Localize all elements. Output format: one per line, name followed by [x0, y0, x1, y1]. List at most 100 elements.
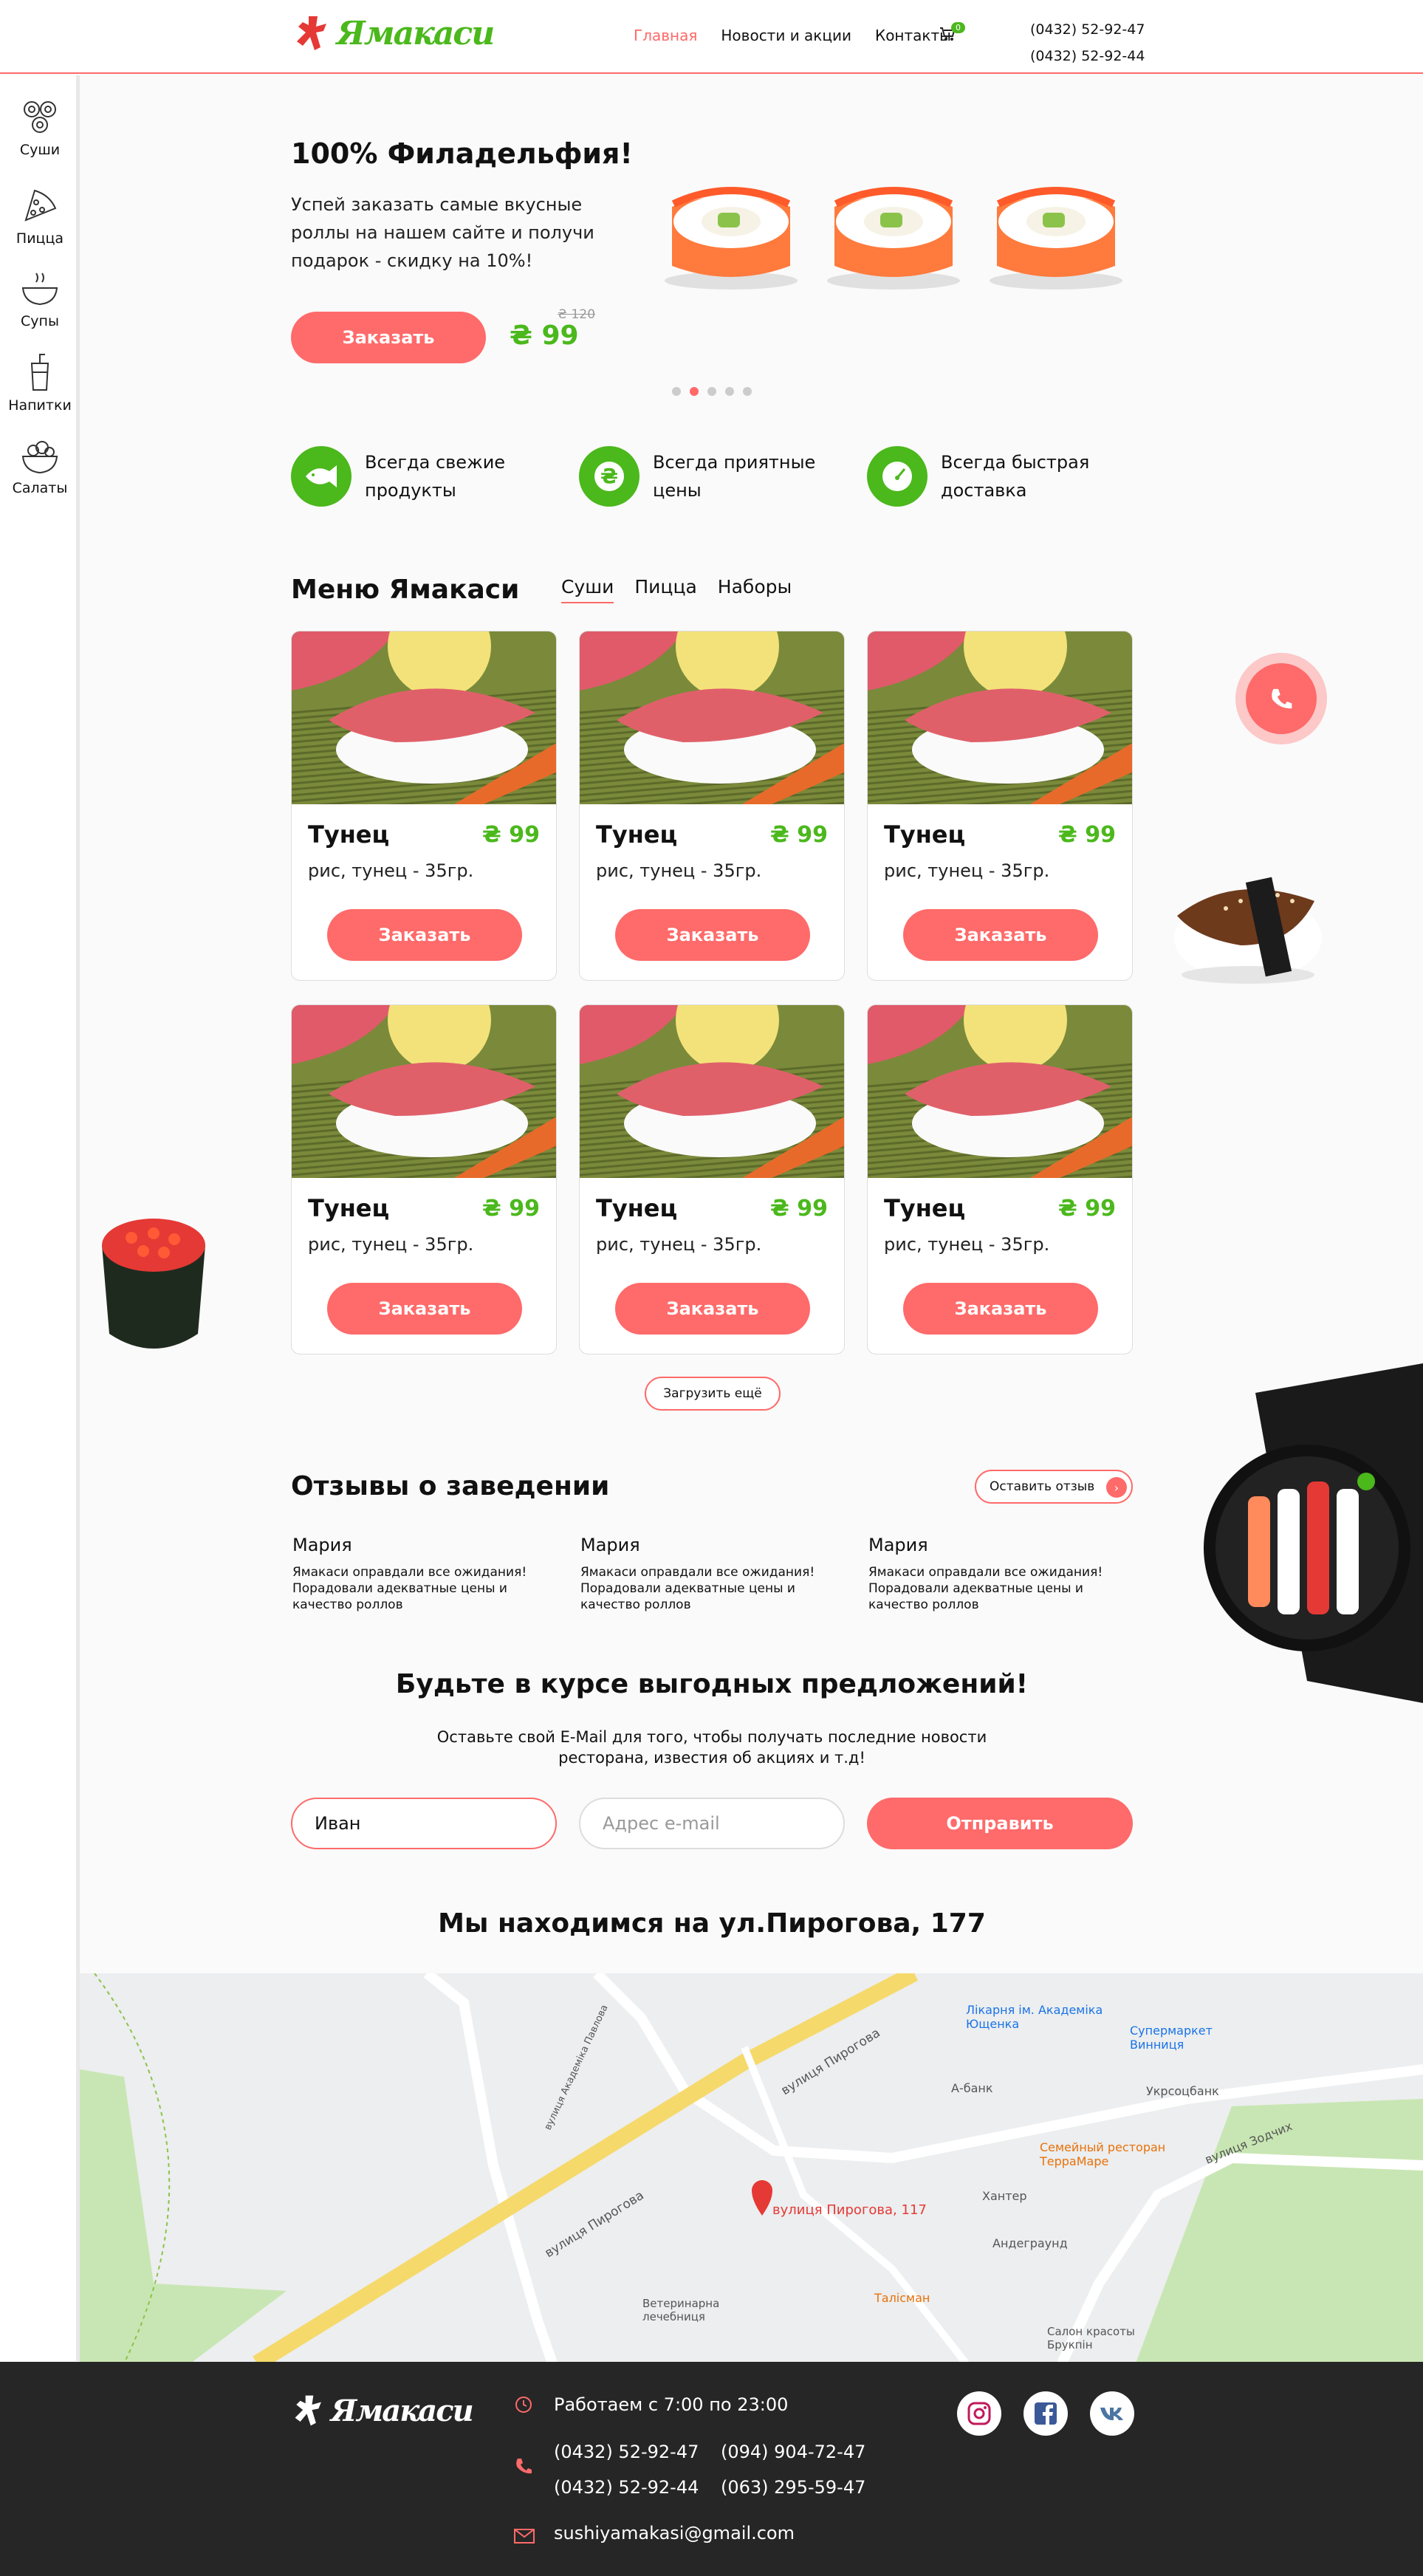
header-phone-1[interactable]: (0432) 52-92-47 [1030, 16, 1145, 43]
footer-email[interactable]: sushiyamakasi@gmail.com [554, 2523, 795, 2544]
slider-dot[interactable] [743, 387, 752, 396]
tab-sets[interactable]: Наборы [718, 576, 792, 603]
footer-phone-3[interactable]: (0432) 52-92-44 [554, 2477, 699, 2498]
map-poi: Лікарня ім. Академіка Ющенка [966, 2003, 1103, 2031]
slider-dot-active[interactable] [690, 387, 699, 396]
menu-card: Тунец ₴ 99 рис, тунец - 35гр. Заказать [867, 631, 1133, 981]
order-button[interactable]: Заказать [903, 909, 1098, 961]
slider-dot[interactable] [725, 387, 734, 396]
name-input[interactable]: Иван [291, 1798, 557, 1849]
order-button[interactable]: Заказать [615, 909, 810, 961]
sidebar-item-drinks[interactable]: Напитки [0, 353, 80, 414]
footer-phone-2[interactable]: (094) 904-72-47 [721, 2442, 865, 2462]
soup-icon [21, 273, 58, 306]
menu-item-description: рис, тунец - 35гр. [884, 1234, 1050, 1255]
menu-item-name: Тунец [308, 821, 390, 849]
slider-dot[interactable] [672, 387, 681, 396]
arrow-right-icon: › [1106, 1477, 1127, 1498]
facebook-icon[interactable] [1023, 2391, 1068, 2436]
menu-tabs: Суши Пицца Наборы [561, 576, 792, 603]
email-input[interactable]: Адрес e-mail [579, 1798, 845, 1849]
map-poi: Супермаркет Винниця [1130, 2024, 1213, 2052]
tuna-sushi-image [292, 1005, 556, 1200]
footer-logo-text: Ямакаси [331, 2393, 474, 2428]
slider-dot[interactable] [707, 387, 716, 396]
ninja-logo-icon [295, 2395, 321, 2426]
menu-card: Тунец ₴ 99 рис, тунец - 35гр. Заказать [291, 631, 557, 981]
hero-title: 100% Филадельфия! [291, 137, 633, 170]
nav-news[interactable]: Новости и акции [721, 27, 851, 44]
order-button[interactable]: Заказать [615, 1283, 810, 1335]
location-map[interactable]: вулиця Пирогова, 117 вулиця Пирогова вул… [80, 1973, 1423, 2363]
order-button[interactable]: Заказать [903, 1283, 1098, 1335]
speedometer-icon [867, 446, 927, 507]
review-author: Мария [292, 1535, 352, 1555]
sidebar-label: Пицца [16, 230, 64, 247]
nav-home[interactable]: Главная [634, 27, 697, 44]
logo-text: Ямакаси [337, 14, 495, 52]
hero-slider-dots [672, 387, 752, 396]
menu-item-name: Тунец [596, 1194, 678, 1222]
address-title: Мы находимся на ул.Пирогова, 177 [438, 1908, 986, 1939]
map-poi: Салон красоты Брукпін [1047, 2325, 1135, 2351]
vk-icon[interactable] [1090, 2391, 1134, 2436]
review-author: Мария [868, 1535, 928, 1555]
feature-delivery: Всегда быстрая доставка [867, 446, 1111, 507]
tab-sushi[interactable]: Суши [561, 576, 614, 603]
menu-item-description: рис, тунец - 35гр. [308, 860, 474, 881]
map-poi: А-банк [951, 2081, 993, 2095]
hero-order-button[interactable]: Заказать [291, 312, 486, 363]
sushi-icon [24, 101, 56, 133]
feature-prices: ₴ Всегда приятные цены [579, 446, 823, 507]
header-phone-2[interactable]: (0432) 52-92-44 [1030, 43, 1145, 69]
menu-item-price: ₴ 99 [1058, 1196, 1116, 1222]
map-poi: Хантер [982, 2189, 1027, 2203]
logo[interactable]: Ямакаси [294, 13, 495, 53]
category-sidebar: Суши Пицца Супы Напитки Салаты [0, 75, 80, 2361]
subscribe-submit-button[interactable]: Отправить [867, 1798, 1133, 1849]
call-button[interactable] [1235, 653, 1327, 744]
header-phones: (0432) 52-92-47 (0432) 52-92-44 [1030, 16, 1145, 69]
main-nav: Главная Новости и акции Контакты [634, 27, 951, 44]
mail-icon [514, 2529, 535, 2544]
social-links [957, 2391, 1134, 2436]
menu-item-price: ₴ 99 [1058, 822, 1116, 848]
cart-count-badge: 0 [951, 22, 965, 33]
load-more-button[interactable]: Загрузить ещё [645, 1377, 781, 1411]
caviar-gunkan-image [102, 1219, 205, 1349]
sidebar-item-sushi[interactable]: Суши [0, 97, 80, 158]
menu-card: Тунец ₴ 99 рис, тунец - 35гр. Заказать [867, 1004, 1133, 1354]
hero-price: ₴ 99 [510, 321, 579, 351]
menu-item-name: Тунец [308, 1194, 390, 1222]
hryvnia-icon: ₴ [579, 446, 640, 507]
menu-item-description: рис, тунец - 35гр. [308, 1234, 474, 1255]
footer-phone-1[interactable]: (0432) 52-92-47 [554, 2442, 699, 2462]
menu-item-name: Тунец [884, 1194, 966, 1222]
feature-text: Всегда быстрая доставка [941, 452, 1090, 501]
tuna-sushi-image [580, 1005, 844, 1200]
drink-icon [30, 354, 49, 391]
order-button[interactable]: Заказать [327, 1283, 522, 1335]
review-text: Ямакаси оправдали все ожидания! Порадова… [580, 1565, 815, 1612]
map-poi: Укрсоцбанк [1146, 2084, 1219, 2098]
subscribe-title: Будьте в курсе выгодных предложений! [395, 1669, 1029, 1699]
call-button-inner [1246, 663, 1317, 734]
menu-card: Тунец ₴ 99 рис, тунец - 35гр. Заказать [291, 1004, 557, 1354]
tuna-sushi-image [868, 631, 1132, 826]
menu-item-price: ₴ 99 [770, 822, 828, 848]
sidebar-item-soup[interactable]: Супы [0, 269, 80, 329]
sidebar-item-salads[interactable]: Салаты [0, 436, 80, 496]
order-button[interactable]: Заказать [327, 909, 522, 961]
footer-phone-4[interactable]: (063) 295-59-47 [721, 2477, 865, 2498]
footer-logo[interactable]: Ямакаси [292, 2393, 474, 2428]
leave-review-button[interactable]: Оставить отзыв › [975, 1470, 1133, 1504]
map-poi: Ветеринарна лечебниця [642, 2297, 720, 2323]
menu-title: Меню Ямакаси [291, 575, 520, 605]
sidebar-item-pizza[interactable]: Пицца [0, 186, 80, 247]
feature-text: Всегда приятные цены [653, 452, 816, 501]
instagram-icon[interactable] [957, 2391, 1001, 2436]
cart-button[interactable]: 0 [939, 22, 965, 44]
tuna-sushi-image [580, 631, 844, 826]
menu-item-price: ₴ 99 [770, 1196, 828, 1222]
tab-pizza[interactable]: Пицца [634, 576, 696, 603]
